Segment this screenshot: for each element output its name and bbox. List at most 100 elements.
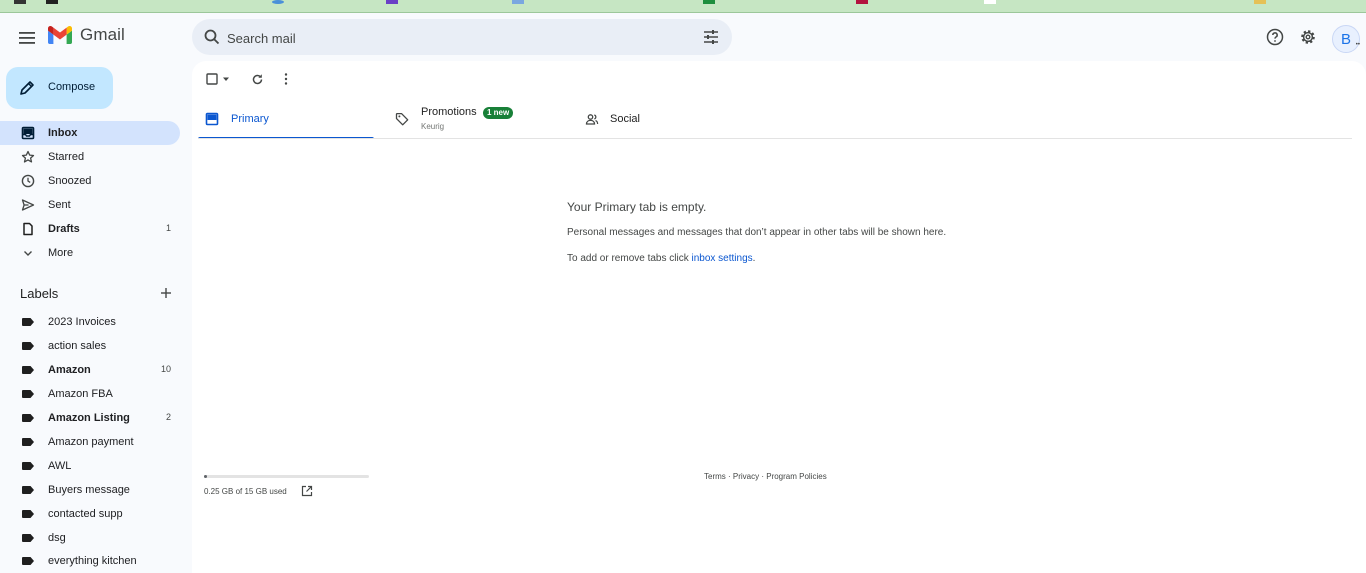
sidebar-item-label: Starred xyxy=(48,151,85,163)
mail-panel: Primary Promotions 1 new Keurig Social Y… xyxy=(192,61,1366,573)
bookmark-favicon[interactable] xyxy=(272,0,284,4)
avatar-status-dots: •• xyxy=(1355,42,1360,48)
sidebar-item-label: More xyxy=(48,247,74,259)
label-item[interactable]: everything kitchen xyxy=(0,549,180,573)
empty-state-title: Your Primary tab is empty. xyxy=(567,200,707,214)
tab-promotions[interactable]: Promotions 1 new Keurig xyxy=(388,101,568,139)
sidebar-item-label: Drafts xyxy=(48,223,80,235)
account-avatar[interactable]: B •• xyxy=(1332,25,1360,53)
label-item[interactable]: Buyers message xyxy=(0,478,180,502)
label-tag-icon xyxy=(22,486,34,494)
help-icon xyxy=(1266,28,1284,46)
label-tag-icon xyxy=(22,462,34,470)
bookmark-favicon[interactable] xyxy=(984,0,996,4)
people-icon xyxy=(585,114,599,125)
add-label-icon[interactable] xyxy=(159,286,173,300)
search-options-icon[interactable] xyxy=(702,28,720,46)
label-tag-icon xyxy=(22,438,34,446)
sidebar-item-starred[interactable]: Starred xyxy=(0,145,180,169)
bookmark-favicon[interactable] xyxy=(14,0,26,4)
sidebar-item-count: 1 xyxy=(165,223,171,233)
refresh-button[interactable] xyxy=(248,70,266,88)
label-name: Amazon payment xyxy=(48,436,134,448)
tabs-divider xyxy=(198,138,1352,139)
compose-label: Compose xyxy=(48,81,96,93)
bookmark-favicon[interactable] xyxy=(46,0,58,4)
new-count-badge: 1 new xyxy=(483,107,514,119)
tab-social[interactable]: Social xyxy=(578,101,754,139)
browser-bookmark-strip xyxy=(0,0,1366,13)
tab-primary[interactable]: Primary xyxy=(198,101,374,139)
empty-state-settings-hint: To add or remove tabs click inbox settin… xyxy=(567,253,755,264)
main-menu-button[interactable] xyxy=(14,25,40,51)
avatar-initial: B xyxy=(1340,30,1351,48)
app-header: Gmail B •• xyxy=(0,13,1366,63)
label-item[interactable]: 2023 Invoices xyxy=(0,310,180,334)
inbox-settings-link[interactable]: inbox settings xyxy=(692,253,753,264)
label-item[interactable]: Amazon Listing 2 xyxy=(0,406,180,430)
bookmark-favicon[interactable] xyxy=(512,0,524,4)
program-policies-link[interactable]: Program Policies xyxy=(766,472,826,481)
draft-icon xyxy=(23,222,33,236)
send-icon xyxy=(21,199,35,211)
sidebar-item-more[interactable]: More xyxy=(0,241,180,265)
chevron-down-icon xyxy=(24,251,32,256)
label-name: Amazon FBA xyxy=(48,388,113,400)
compose-button[interactable]: Compose xyxy=(6,67,113,109)
label-name: 2023 Invoices xyxy=(48,316,116,328)
empty-state-description: Personal messages and messages that don’… xyxy=(567,227,947,238)
label-item[interactable]: Amazon 10 xyxy=(0,358,180,382)
label-name: Amazon Listing xyxy=(48,412,130,424)
storage-usage-fill xyxy=(204,475,208,478)
app-name: Gmail xyxy=(80,25,125,44)
sidebar-item-drafts[interactable]: Drafts 1 xyxy=(0,217,180,241)
hamburger-menu-icon xyxy=(19,32,35,44)
open-in-new-icon[interactable] xyxy=(301,485,313,497)
gmail-logo[interactable]: Gmail xyxy=(48,25,125,45)
label-tag-icon xyxy=(22,318,34,326)
sidebar-item-label: Inbox xyxy=(48,127,78,139)
label-name: contacted supp xyxy=(48,508,123,520)
more-options-button[interactable] xyxy=(278,70,294,88)
refresh-icon xyxy=(252,73,262,84)
label-item[interactable]: Amazon FBA xyxy=(0,382,180,406)
label-item[interactable]: contacted supp xyxy=(0,502,180,526)
bookmark-favicon[interactable] xyxy=(1254,0,1266,4)
terms-link[interactable]: Terms xyxy=(704,472,726,481)
privacy-link[interactable]: Privacy xyxy=(733,472,759,481)
label-count: 10 xyxy=(160,364,171,374)
label-item[interactable]: dsg xyxy=(0,526,180,550)
label-name: dsg xyxy=(48,532,66,544)
settings-hint-suffix: . xyxy=(752,253,756,264)
sidebar-item-inbox[interactable]: Inbox xyxy=(0,121,180,145)
labels-heading: Labels xyxy=(20,286,59,301)
pencil-icon xyxy=(20,81,34,95)
label-item[interactable]: action sales xyxy=(0,334,180,358)
settings-button[interactable] xyxy=(1297,26,1319,48)
select-all-checkbox[interactable] xyxy=(204,70,232,88)
search-bar[interactable] xyxy=(192,19,732,57)
tab-label: Promotions xyxy=(421,106,477,118)
search-icon[interactable] xyxy=(203,28,221,46)
label-count: 2 xyxy=(165,412,171,422)
label-name: Amazon xyxy=(48,364,91,376)
footer-separator: · xyxy=(725,472,733,481)
bookmark-favicon[interactable] xyxy=(856,0,868,4)
tab-sender-preview: Keurig xyxy=(421,122,445,131)
bookmark-favicon[interactable] xyxy=(703,0,715,4)
bookmark-favicon[interactable] xyxy=(386,0,398,4)
inbox-icon xyxy=(205,112,219,126)
label-tag-icon xyxy=(22,366,34,374)
more-vert-icon xyxy=(284,73,288,85)
support-button[interactable] xyxy=(1264,26,1286,48)
label-tag-icon xyxy=(22,342,34,350)
sidebar-item-label: Sent xyxy=(48,199,71,211)
label-item[interactable]: AWL xyxy=(0,454,180,478)
star-icon xyxy=(21,150,35,163)
checkbox-icon xyxy=(206,73,218,85)
sidebar-item-snoozed[interactable]: Snoozed xyxy=(0,169,180,193)
search-input[interactable] xyxy=(225,19,689,57)
label-item[interactable]: Amazon payment xyxy=(0,430,180,454)
sidebar-item-sent[interactable]: Sent xyxy=(0,193,180,217)
label-tag-icon xyxy=(22,414,34,422)
